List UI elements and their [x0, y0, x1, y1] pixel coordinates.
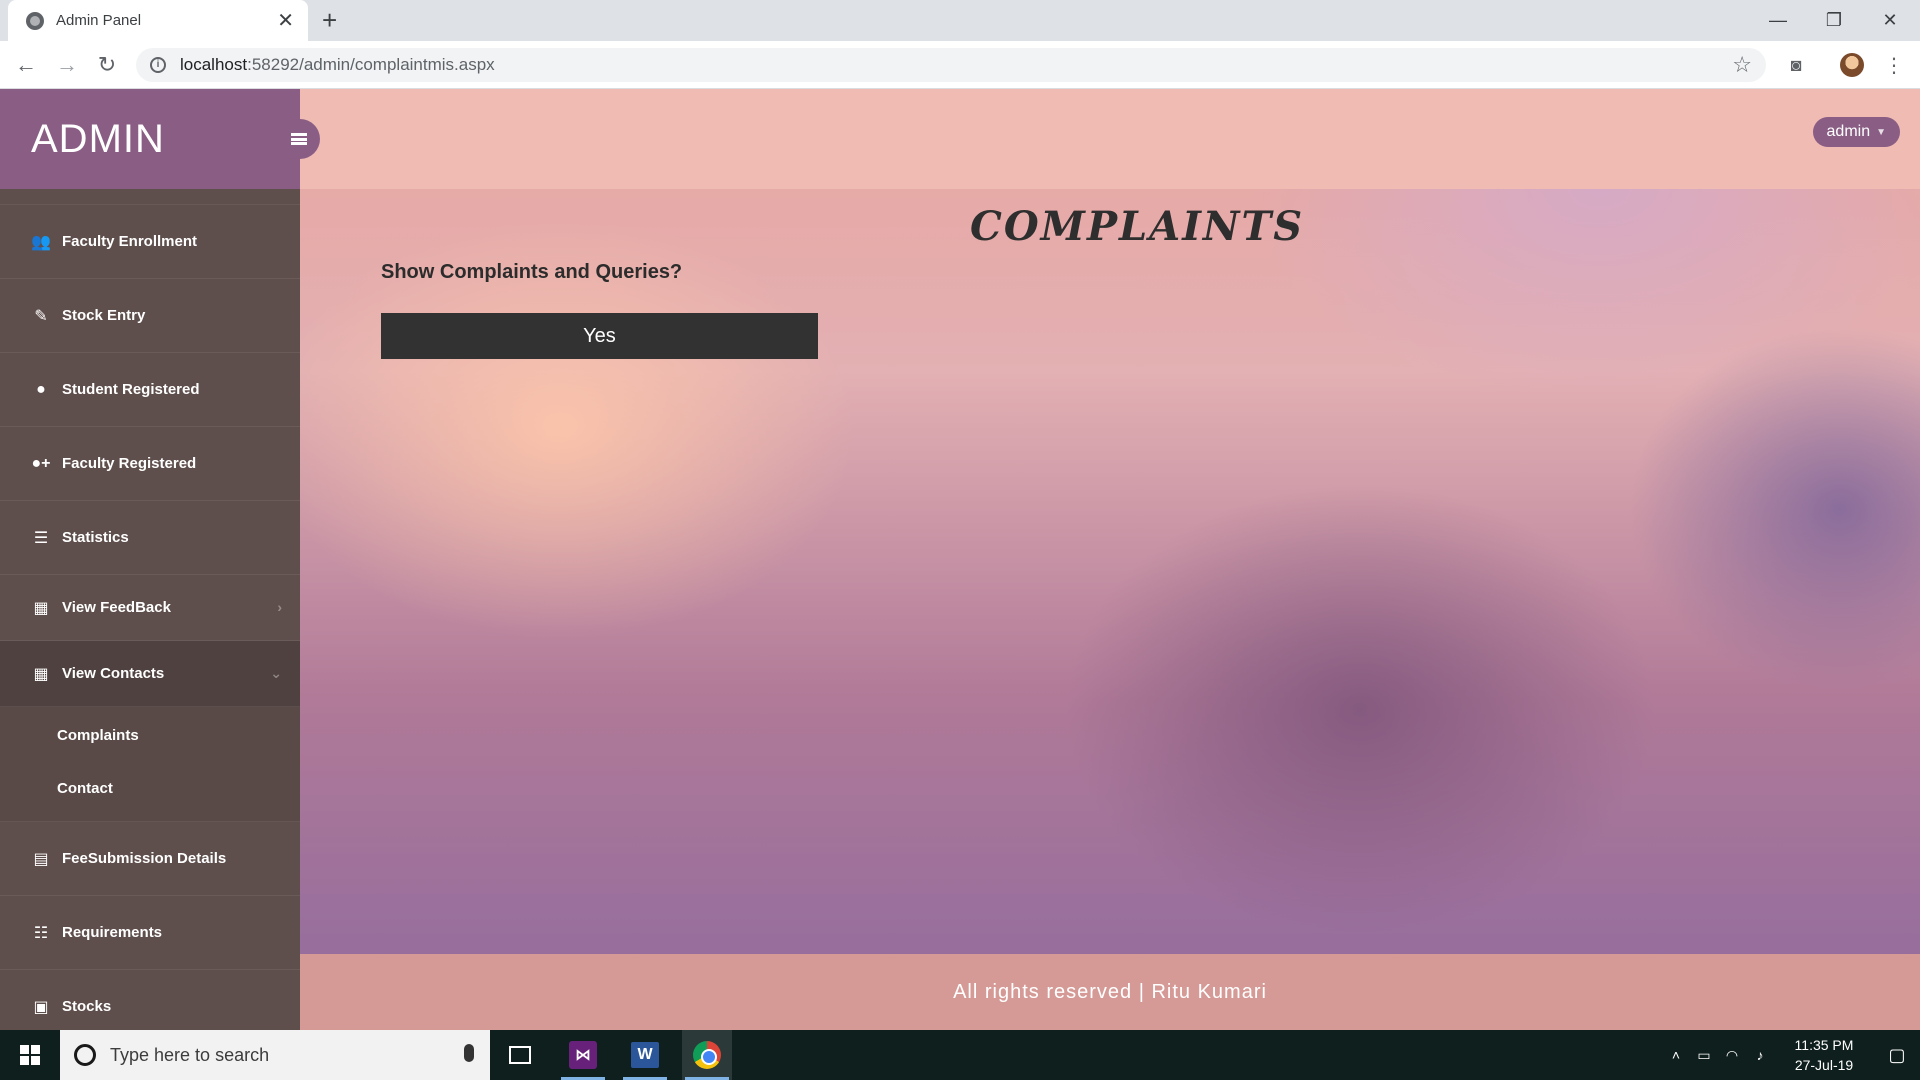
- sidebar-submenu: Complaints Contact: [0, 707, 300, 822]
- sidebar: ADMIN 👥 Faculty Enrollment ✎ Stock Entry…: [0, 89, 300, 1030]
- notification-icon[interactable]: ▢: [1874, 1030, 1920, 1080]
- sidebar-item-label: Statistics: [62, 529, 129, 546]
- sidebar-item-label: Faculty Enrollment: [62, 233, 198, 250]
- sidebar-subitem-complaints[interactable]: Complaints: [0, 709, 300, 762]
- word-icon: W: [631, 1042, 659, 1068]
- minimize-button[interactable]: —: [1750, 0, 1806, 41]
- browser-toolbar: ← → ↻ i localhost:58292/admin/complaintm…: [0, 41, 1920, 89]
- user-plus-icon: ●+: [31, 454, 51, 472]
- task-view-button[interactable]: [495, 1030, 545, 1080]
- sidebar-item-requirements[interactable]: ☷ Requirements: [0, 896, 300, 970]
- wifi-icon[interactable]: ◠: [1718, 1047, 1746, 1064]
- sidebar-item-label: Student Registered: [62, 381, 200, 398]
- sidebar-item-student-registered[interactable]: ● Student Registered: [0, 353, 300, 427]
- reload-icon[interactable]: ↻: [91, 49, 123, 81]
- grid-icon: ▦: [33, 599, 49, 617]
- menu-toggle-button[interactable]: [278, 119, 320, 159]
- browser-tab[interactable]: Admin Panel ✕: [8, 0, 308, 41]
- page-title: COMPLAINTS: [970, 203, 1305, 250]
- sidebar-item-view-contacts[interactable]: ▦ View Contacts ⌄: [0, 641, 300, 707]
- sidebar-item-statistics[interactable]: ☰ Statistics: [0, 501, 300, 575]
- bookmark-star-icon[interactable]: ☆: [1732, 52, 1752, 78]
- page-content: admin ▼ ADMIN 👥 Faculty Enrollment ✎ Sto…: [0, 89, 1920, 1030]
- chevron-down-icon: ⌄: [270, 665, 282, 681]
- chrome-icon: [693, 1041, 721, 1069]
- clock-time: 11:35 PM: [1794, 1037, 1854, 1053]
- camera-icon[interactable]: ◙: [1784, 53, 1808, 77]
- footer-text: All rights reserved | Ritu Kumari: [300, 954, 1920, 1030]
- taskbar-search[interactable]: Type here to search: [60, 1030, 490, 1080]
- users-icon: 👥: [31, 233, 51, 251]
- browser-tab-bar: Admin Panel ✕ + — ❐ ✕: [0, 0, 1920, 41]
- top-header: admin ▼: [300, 89, 1920, 189]
- back-icon[interactable]: ←: [10, 49, 42, 81]
- start-button[interactable]: [0, 1030, 60, 1080]
- visual-studio-icon: ⋈: [569, 1041, 597, 1069]
- chevron-up-icon[interactable]: ˄: [1662, 1047, 1690, 1063]
- word-app[interactable]: W: [620, 1030, 670, 1080]
- sidebar-item-faculty-registered[interactable]: ●+ Faculty Registered: [0, 427, 300, 501]
- clock[interactable]: 11:35 PM 27-Jul-19: [1784, 1035, 1864, 1075]
- sidebar-subitem-contact[interactable]: Contact: [0, 762, 300, 815]
- forward-icon[interactable]: →: [51, 49, 83, 81]
- hamburger-icon: [291, 133, 307, 145]
- sidebar-item-stock-entry[interactable]: ✎ Stock Entry: [0, 279, 300, 353]
- list-alt-icon: ☷: [33, 924, 49, 942]
- sidebar-item-stocks[interactable]: ▣ Stocks: [0, 970, 300, 1030]
- sidebar-item-label: Faculty Registered: [62, 455, 197, 472]
- system-tray: ˄ ▭ ◠ ♪ 11:35 PM 27-Jul-19 ▢: [1662, 1030, 1920, 1080]
- sidebar-item-faculty-enrollment[interactable]: 👥 Faculty Enrollment: [0, 205, 300, 279]
- edit-icon: ✎: [34, 307, 48, 325]
- caret-down-icon: ▼: [1876, 126, 1886, 138]
- battery-icon[interactable]: ▭: [1690, 1047, 1718, 1064]
- windows-taskbar: Type here to search ⋈ W ˄ ▭ ◠ ♪ 11:35 PM…: [0, 1030, 1920, 1080]
- sidebar-item-label: Requirements: [62, 924, 163, 941]
- tab-title: Admin Panel: [56, 12, 142, 29]
- clock-date: 27-Jul-19: [1794, 1057, 1854, 1073]
- sidebar-item-label: Stock Entry: [62, 307, 146, 324]
- info-icon[interactable]: i: [150, 57, 166, 73]
- close-window-button[interactable]: ✕: [1862, 0, 1918, 41]
- list-icon: ☰: [33, 529, 49, 547]
- sidebar-item-label: View Contacts: [62, 665, 165, 682]
- chrome-app[interactable]: [682, 1030, 732, 1080]
- yes-button[interactable]: Yes: [381, 313, 818, 359]
- briefcase-icon: ▣: [33, 998, 49, 1016]
- windows-logo-icon: [20, 1045, 40, 1065]
- globe-icon: [26, 11, 44, 30]
- new-tab-button[interactable]: +: [322, 6, 337, 34]
- volume-icon[interactable]: ♪: [1746, 1047, 1774, 1063]
- close-tab-icon[interactable]: ✕: [277, 11, 294, 31]
- restore-button[interactable]: ❐: [1806, 0, 1862, 41]
- book-icon: ▤: [33, 850, 49, 868]
- profile-avatar[interactable]: [1840, 53, 1864, 77]
- url-text: localhost:58292/admin/complaintmis.aspx: [180, 55, 495, 74]
- brand-title: ADMIN: [0, 89, 300, 189]
- sidebar-item-label: View FeedBack: [62, 599, 171, 616]
- sidebar-item-label: Stocks: [62, 998, 112, 1015]
- user-menu-button[interactable]: admin ▼: [1812, 117, 1900, 147]
- search-placeholder: Type here to search: [110, 1044, 270, 1065]
- complaints-question: Show Complaints and Queries?: [381, 261, 683, 283]
- cortana-icon: [74, 1044, 96, 1066]
- user-icon: ●: [36, 380, 46, 398]
- more-menu-icon[interactable]: ⋮: [1882, 53, 1906, 77]
- grid-icon: ▦: [33, 665, 49, 683]
- microphone-icon[interactable]: [464, 1044, 474, 1062]
- chevron-right-icon: ›: [277, 599, 282, 615]
- sidebar-item-view-feedback[interactable]: ▦ View FeedBack ›: [0, 575, 300, 641]
- visual-studio-app[interactable]: ⋈: [558, 1030, 608, 1080]
- sidebar-item-label: FeeSubmission Details: [62, 850, 227, 867]
- user-label: admin: [1826, 123, 1871, 140]
- sidebar-item-feesubmission-details[interactable]: ▤ FeeSubmission Details: [0, 822, 300, 896]
- address-bar[interactable]: i localhost:58292/admin/complaintmis.asp…: [136, 48, 1766, 82]
- task-view-icon: [509, 1046, 531, 1064]
